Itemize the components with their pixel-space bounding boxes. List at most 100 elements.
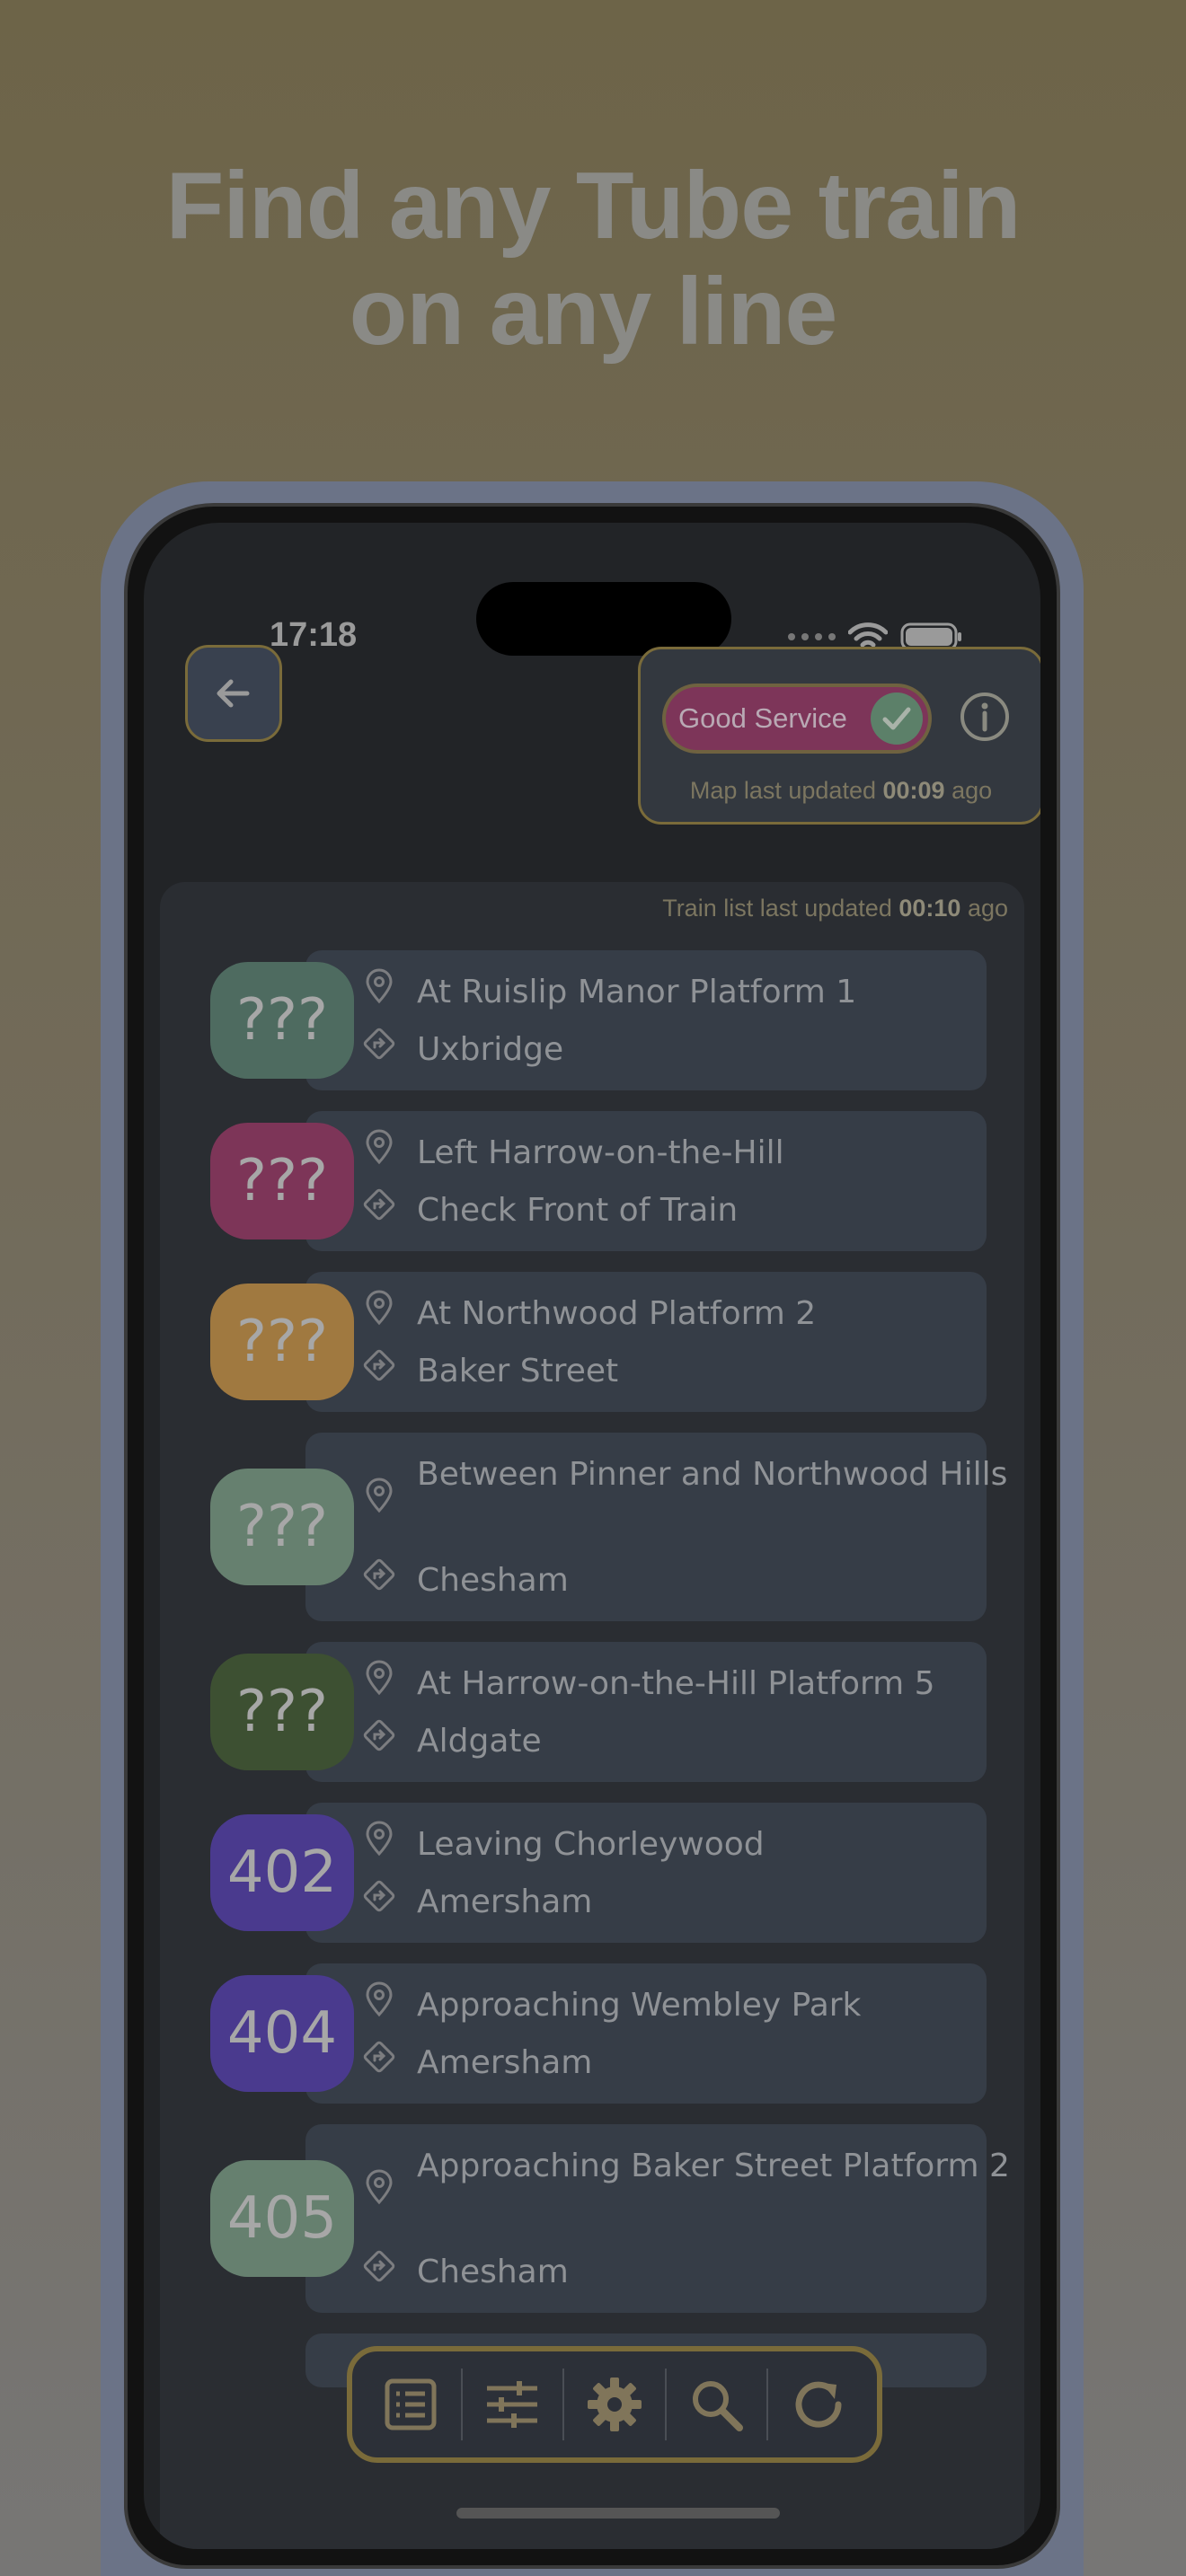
train-location: Approaching Baker Street Platform 2: [417, 2148, 1010, 2184]
service-status-label: Good Service: [678, 702, 847, 734]
direction-sign-icon: [363, 2250, 395, 2282]
dynamic-island: [476, 582, 731, 656]
train-row[interactable]: ??? At Harrow-on-the-Hill Platform 5 Ald…: [160, 1642, 1024, 1782]
location-pin-icon: [366, 1821, 393, 1857]
train-location: Between Pinner and Northwood Hills: [417, 1456, 1008, 1493]
direction-sign-icon: [363, 1349, 395, 1381]
destination-line: Check Front of Train: [361, 1187, 1028, 1235]
train-number-badge: ???: [210, 1469, 354, 1585]
direction-sign-icon: [363, 1188, 395, 1221]
location-line: Leaving Chorleywood: [361, 1821, 1028, 1869]
location-pin-icon: [366, 1290, 393, 1326]
train-location: Approaching Wembley Park: [417, 1987, 862, 2024]
location-pin-icon: [366, 1129, 393, 1165]
train-number-badge: 402: [210, 1814, 354, 1931]
location-pin-icon: [366, 1478, 393, 1513]
train-row[interactable]: ??? At Ruislip Manor Platform 1 Uxbridge: [160, 950, 1024, 1090]
signal-icon: [788, 633, 836, 640]
headline: Find any Tube train on any line: [0, 153, 1186, 365]
train-row[interactable]: ??? Left Harrow-on-the-Hill Check Front …: [160, 1111, 1024, 1251]
toolbar-divider: [766, 2369, 769, 2440]
map-updated-prefix: Map last updated: [689, 777, 876, 804]
direction-sign-icon: [363, 2041, 395, 2073]
train-row[interactable]: 404 Approaching Wembley Park Amersham: [160, 1963, 1024, 2104]
toolbar-divider: [460, 2369, 463, 2440]
search-button[interactable]: [671, 2360, 761, 2449]
train-location: At Harrow-on-the-Hill Platform 5: [417, 1665, 935, 1702]
location-line: Approaching Wembley Park: [361, 1981, 1028, 2030]
destination-line: Amersham: [361, 2039, 1028, 2087]
train-number-badge: 405: [210, 2160, 354, 2277]
train-destination: Check Front of Train: [417, 1192, 739, 1229]
filter-button[interactable]: [467, 2360, 557, 2449]
toolbar-divider: [664, 2369, 667, 2440]
train-list-updated-text: Train list last updated 00:10 ago: [662, 895, 1008, 922]
location-line: At Ruislip Manor Platform 1: [361, 968, 1028, 1017]
direction-sign-icon: [363, 1558, 395, 1591]
check-icon: [871, 693, 923, 745]
location-line: Approaching Baker Street Platform 2: [361, 2142, 1028, 2205]
train-destination: Amersham: [417, 1883, 593, 1920]
back-button[interactable]: [185, 645, 282, 742]
destination-line: Aldgate: [361, 1717, 1028, 1766]
gear-icon: [587, 2378, 642, 2431]
settings-button[interactable]: [570, 2360, 659, 2449]
bottom-toolbar: [347, 2346, 882, 2463]
train-number-badge: ???: [210, 1654, 354, 1770]
phone-frame: 17:18 Good Service Map last updated 00:0…: [124, 503, 1060, 2569]
train-list-panel[interactable]: Train list last updated 00:10 ago ??? At…: [160, 882, 1024, 2549]
destination-line: Amersham: [361, 1878, 1028, 1927]
service-status-card: Good Service Map last updated 00:09 ago: [638, 647, 1040, 825]
train-location: Left Harrow-on-the-Hill: [417, 1134, 784, 1171]
destination-line: Uxbridge: [361, 1026, 1028, 1074]
map-updated-suffix: ago: [951, 777, 993, 804]
arrow-left-icon: [217, 679, 250, 708]
train-number-badge: 404: [210, 1975, 354, 2092]
direction-sign-icon: [363, 1719, 395, 1751]
train-row[interactable]: ??? At Northwood Platform 2 Baker Street: [160, 1272, 1024, 1412]
phone-mockup: 17:18 Good Service Map last updated 00:0…: [101, 481, 1084, 2576]
location-pin-icon: [366, 968, 393, 1004]
train-updated-prefix: Train list last updated: [662, 895, 892, 922]
refresh-button[interactable]: [774, 2360, 863, 2449]
map-updated-text: Map last updated 00:09 ago: [641, 777, 1040, 805]
search-icon: [693, 2381, 744, 2431]
train-destination: Chesham: [417, 2254, 569, 2290]
map-updated-value: 00:09: [882, 777, 945, 804]
list-button[interactable]: [366, 2360, 456, 2449]
train-number-badge: ???: [210, 962, 354, 1079]
train-updated-value: 00:10: [898, 895, 961, 922]
train-destination: Aldgate: [417, 1723, 542, 1760]
location-line: Left Harrow-on-the-Hill: [361, 1129, 1028, 1178]
app-screen: 17:18 Good Service Map last updated 00:0…: [144, 523, 1040, 2549]
train-number-badge: ???: [210, 1123, 354, 1239]
train-number-badge: ???: [210, 1284, 354, 1400]
direction-sign-icon: [363, 1028, 395, 1060]
headline-line-2: on any line: [349, 259, 838, 365]
location-pin-icon: [366, 1981, 393, 2017]
train-destination: Baker Street: [417, 1353, 619, 1389]
toolbar-divider: [562, 2369, 565, 2440]
train-location: At Ruislip Manor Platform 1: [417, 974, 857, 1010]
location-line: At Harrow-on-the-Hill Platform 5: [361, 1660, 1028, 1708]
location-pin-icon: [366, 2169, 393, 2205]
train-destination: Uxbridge: [417, 1031, 564, 1068]
train-destination: Amersham: [417, 2044, 593, 2081]
train-row[interactable]: 405 Approaching Baker Street Platform 2 …: [160, 2124, 1024, 2313]
location-line: At Northwood Platform 2: [361, 1290, 1028, 1338]
train-location: Leaving Chorleywood: [417, 1826, 765, 1863]
train-row[interactable]: 402 Leaving Chorleywood Amersham: [160, 1803, 1024, 1943]
train-location: At Northwood Platform 2: [417, 1295, 817, 1332]
headline-line-1: Find any Tube train: [165, 153, 1022, 259]
status-time: 17:18: [270, 616, 358, 654]
sliders-icon: [487, 2381, 538, 2428]
destination-line: Chesham: [361, 2248, 1028, 2297]
train-row[interactable]: ??? Between Pinner and Northwood Hills C…: [160, 1433, 1024, 1621]
location-line: Between Pinner and Northwood Hills: [361, 1451, 1028, 1513]
refresh-icon: [795, 2381, 842, 2428]
service-status-pill[interactable]: Good Service: [662, 684, 932, 754]
destination-line: Chesham: [361, 1557, 1028, 1605]
location-pin-icon: [366, 1660, 393, 1696]
train-updated-suffix: ago: [967, 895, 1008, 922]
info-icon[interactable]: [959, 691, 1011, 746]
